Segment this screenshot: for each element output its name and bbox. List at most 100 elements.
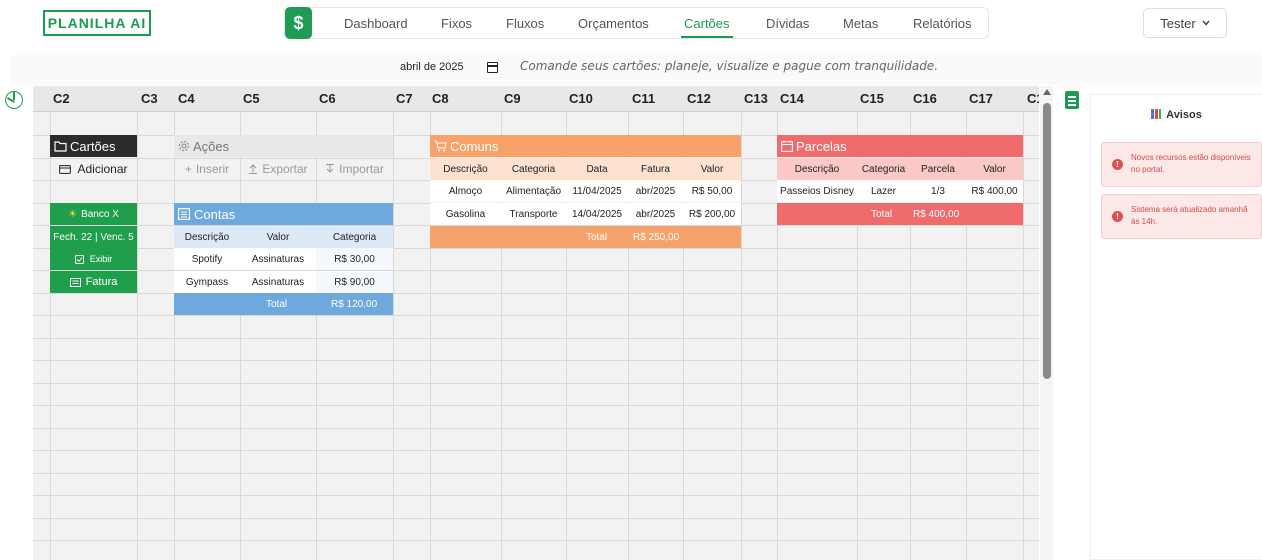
parcelas-title: Parcelas: [796, 138, 847, 154]
pie-chart-icon[interactable]: [5, 91, 23, 109]
cartoes-header: Cartões: [50, 135, 137, 157]
user-menu-button[interactable]: Tester: [1143, 8, 1227, 38]
grid-row-line: [33, 518, 1039, 519]
sun-icon: ☀: [68, 208, 78, 220]
contas-total-row: Total R$ 120,00: [174, 293, 393, 315]
spreadsheet-grid[interactable]: C2 C3 C4 C5 C6 C7 C8 C9 C10 C11 C12 C13 …: [33, 86, 1039, 560]
document-icon[interactable]: [1065, 91, 1079, 109]
contas-total-label: Total: [266, 298, 288, 310]
nav-orcamentos[interactable]: Orçamentos: [578, 16, 649, 31]
parcelas-cell[interactable]: Passeios Disney: [777, 180, 857, 202]
nav-dividas[interactable]: Dívidas: [766, 16, 809, 31]
folder-icon: [54, 140, 67, 152]
nav-metas[interactable]: Metas: [843, 16, 878, 31]
download-icon: [326, 164, 335, 173]
notice-text: Novos recursos estão disponíveis no port…: [1131, 153, 1251, 174]
notice-text: Sistema será atualizado amanhã às 14h.: [1131, 205, 1248, 226]
card-show-label: Exibir: [89, 254, 113, 264]
alert-icon: !: [1112, 211, 1123, 222]
comuns-title: Comuns: [450, 138, 499, 154]
scroll-up-arrow-icon[interactable]: [1043, 89, 1051, 95]
nav-cartoes[interactable]: Cartões: [681, 16, 733, 38]
col-header[interactable]: C8: [432, 91, 449, 106]
grid-row-line: [33, 450, 1039, 451]
card-name: Banco X: [81, 208, 119, 220]
comuns-cell[interactable]: Alimentação: [501, 180, 566, 202]
contas-cell[interactable]: Gympass: [174, 271, 240, 293]
col-header[interactable]: C18: [1027, 91, 1039, 106]
notice-item[interactable]: ! Sistema será atualizado amanhã às 14h.: [1101, 194, 1262, 239]
export-button[interactable]: Exportar: [240, 158, 316, 180]
comuns-cell[interactable]: Almoço: [430, 180, 501, 202]
add-card-button[interactable]: Adicionar: [50, 158, 137, 180]
nav-relatorios[interactable]: Relatórios: [913, 16, 972, 31]
col-header[interactable]: C12: [687, 91, 711, 106]
parcelas-cell[interactable]: Lazer: [857, 180, 910, 202]
col-header[interactable]: C6: [319, 91, 336, 106]
comuns-cell[interactable]: 11/04/2025: [566, 180, 628, 202]
card-dates: Fech. 22 | Venc. 5: [50, 226, 137, 248]
col-header[interactable]: C13: [744, 91, 768, 106]
scroll-thumb[interactable]: [1043, 103, 1051, 379]
parcelas-cell[interactable]: R$ 400,00: [966, 180, 1023, 202]
comuns-cell[interactable]: 14/04/2025: [566, 203, 628, 225]
import-button[interactable]: Importar: [316, 158, 393, 180]
col-header[interactable]: C14: [780, 91, 804, 106]
nav-dashboard[interactable]: Dashboard: [344, 16, 408, 31]
acoes-header: Ações: [174, 135, 393, 157]
col-header[interactable]: C5: [243, 91, 260, 106]
plus-icon: +: [184, 162, 192, 176]
col-header[interactable]: C17: [969, 91, 993, 106]
contas-cell[interactable]: Spotify: [174, 248, 240, 270]
comuns-col-header: Categoria: [501, 158, 566, 180]
comuns-total-row: Total R$ 250,00: [430, 226, 741, 248]
col-header[interactable]: C10: [569, 91, 593, 106]
notice-item[interactable]: ! Novos recursos estão disponíveis no po…: [1101, 142, 1262, 187]
col-header[interactable]: C11: [632, 91, 655, 106]
col-header[interactable]: C4: [178, 91, 195, 106]
cart-icon: [434, 140, 447, 152]
col-header[interactable]: C3: [141, 91, 158, 106]
comuns-cell[interactable]: abr/2025: [628, 180, 683, 202]
parcelas-col-header: Parcela: [910, 158, 966, 180]
notices-header: Avisos: [1091, 109, 1262, 121]
grid-row-line: [33, 360, 1039, 361]
parcelas-cell[interactable]: 1/3: [910, 180, 966, 202]
col-header[interactable]: C7: [396, 91, 413, 106]
comuns-cell[interactable]: Gasolina: [430, 203, 501, 225]
grid-row-line: [33, 428, 1039, 429]
nav-fluxos[interactable]: Fluxos: [506, 16, 544, 31]
contas-col-header: Valor: [240, 226, 316, 248]
bar-chart-icon: [1151, 109, 1162, 119]
acoes-title: Ações: [193, 138, 230, 154]
month-picker[interactable]: abril de 2025: [400, 61, 464, 73]
card-show-button[interactable]: Exibir: [50, 248, 137, 270]
comuns-cell[interactable]: R$ 50,00: [683, 180, 741, 202]
nav-fixos[interactable]: Fixos: [441, 16, 472, 31]
card-name-cell[interactable]: ☀ Banco X: [50, 203, 137, 225]
col-header[interactable]: C16: [913, 91, 937, 106]
insert-button[interactable]: + Inserir: [174, 158, 240, 180]
comuns-cell[interactable]: abr/2025: [628, 203, 683, 225]
contas-cell[interactable]: Assinaturas: [240, 248, 316, 270]
card-invoice-button[interactable]: Fatura: [50, 271, 137, 293]
contas-cell[interactable]: Assinaturas: [240, 271, 316, 293]
comuns-cell[interactable]: R$ 200,00: [683, 203, 741, 225]
parcelas-total-row: Total R$ 400,00: [777, 203, 1023, 225]
comuns-cell[interactable]: Transporte: [501, 203, 566, 225]
parcelas-total-label: Total: [871, 208, 893, 220]
col-header[interactable]: C9: [504, 91, 521, 106]
vertical-scrollbar[interactable]: [1040, 86, 1053, 560]
user-name: Tester: [1160, 15, 1196, 31]
app-logo[interactable]: PLANILHA AI: [43, 10, 151, 36]
contas-cell[interactable]: R$ 30,00: [316, 248, 393, 270]
credit-card-icon: [59, 164, 72, 174]
col-header[interactable]: C2: [53, 91, 70, 106]
col-header[interactable]: C15: [860, 91, 884, 106]
contas-col-header: Descrição: [174, 226, 240, 248]
calendar-icon[interactable]: [487, 62, 498, 73]
grid-row-line: [33, 315, 1039, 316]
grid-row-line: [33, 338, 1039, 339]
contas-cell[interactable]: R$ 90,00: [316, 271, 393, 293]
import-label: Importar: [339, 162, 384, 176]
